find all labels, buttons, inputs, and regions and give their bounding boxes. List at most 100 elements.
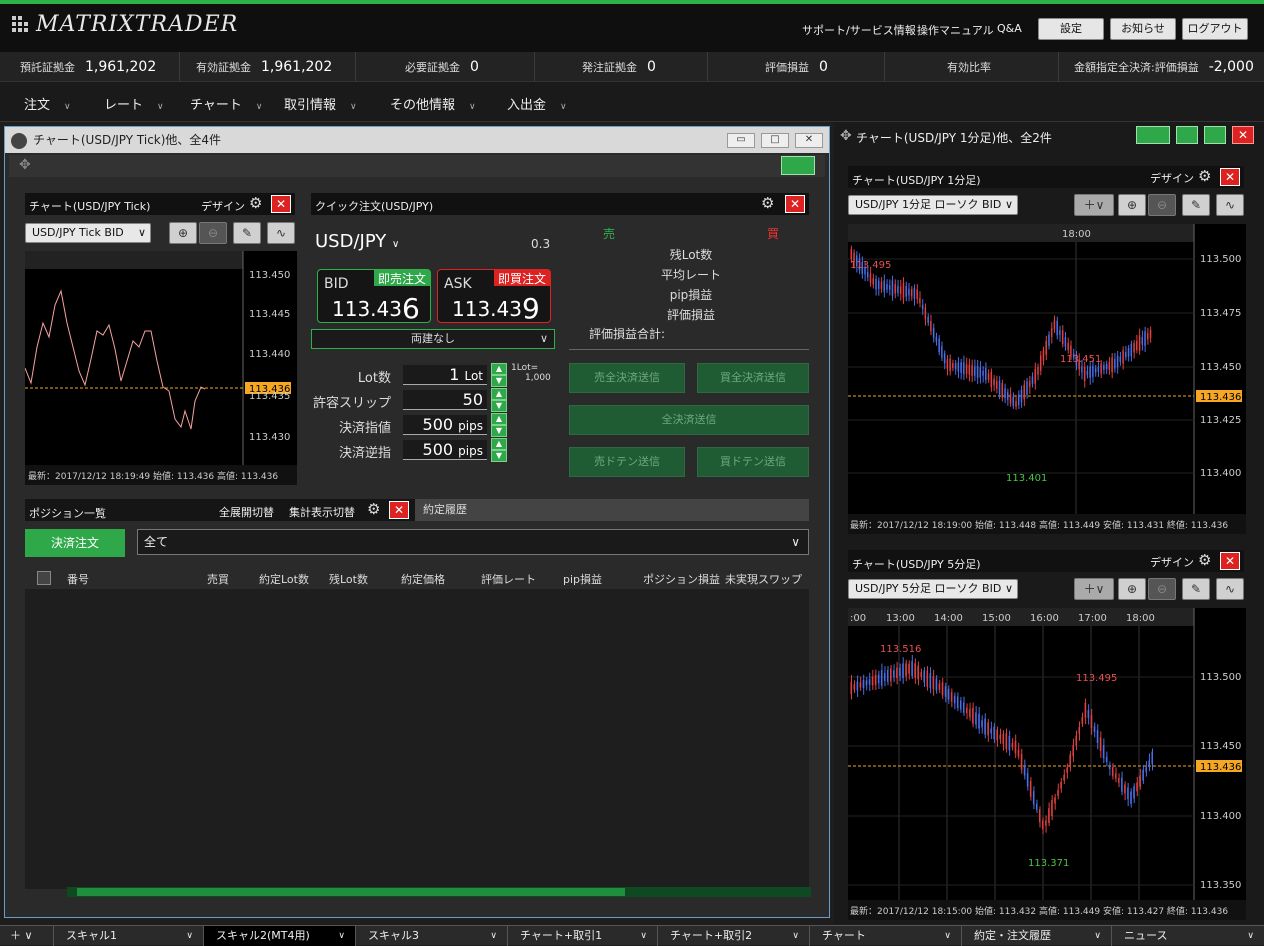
col-exec-price[interactable]: 約定価格 (401, 571, 445, 587)
horizontal-scrollbar[interactable] (67, 887, 811, 897)
menu-order[interactable]: 注文 ∨ (24, 94, 71, 113)
tab-news[interactable]: ニュース ∨ (1112, 926, 1264, 946)
close-icon[interactable]: ✕ (1220, 168, 1240, 186)
slip-down-icon[interactable]: ▼ (491, 400, 507, 412)
logout-button[interactable]: ログアウト (1182, 18, 1248, 40)
manual-link[interactable]: 操作マニュアル (917, 22, 994, 38)
col-number[interactable]: 番号 (67, 571, 89, 587)
pencil-icon[interactable]: ✎ (1182, 194, 1210, 216)
instant-buy-button[interactable]: 即買注文 (494, 270, 550, 286)
limit-down-icon[interactable]: ▼ (491, 425, 507, 437)
limit-up-icon[interactable]: ▲ (491, 413, 507, 425)
tab-chart-trade1[interactable]: チャート+取引1 ∨ (508, 926, 658, 946)
support-link[interactable]: サポート/サービス情報 (802, 22, 916, 38)
pencil-icon[interactable]: ✎ (1182, 578, 1210, 600)
maximize-icon[interactable] (1204, 126, 1226, 144)
crosshair-icon[interactable]: ＋∨ (1074, 578, 1114, 600)
tab-scalp2[interactable]: スキャル2(MT4用) ∨ (204, 926, 356, 946)
menu-deposit[interactable]: 入出金 ∨ (507, 94, 567, 113)
lot-input[interactable]: 1 Lot (403, 365, 487, 385)
expand-toggle[interactable]: 全展開切替 (219, 504, 274, 520)
ask-price-box[interactable]: ASK 即買注文 113.439 (437, 269, 551, 325)
move-handle-icon[interactable]: ✥ (840, 128, 852, 144)
notice-button[interactable]: お知らせ (1110, 18, 1176, 40)
buy-all-settle-button[interactable]: 買全決済送信 (697, 363, 809, 393)
close-icon[interactable]: ✕ (1220, 552, 1240, 570)
col-swap[interactable]: 未実現スワップ (725, 571, 802, 587)
menu-rate[interactable]: レート ∨ (104, 94, 164, 113)
layout-dropdown-icon[interactable] (1136, 126, 1170, 144)
minimize-icon[interactable] (1176, 126, 1198, 144)
layout-dropdown-icon[interactable] (781, 156, 815, 175)
indicator-icon[interactable]: ∿ (1216, 578, 1244, 600)
tab-scalp3[interactable]: スキャル3 ∨ (356, 926, 508, 946)
chart2-symbol-select[interactable]: USD/JPY 5分足 ローソク BID ∨ (848, 579, 1018, 599)
limit-input[interactable]: 500 pips (403, 415, 487, 435)
zoom-out-icon[interactable]: ⊖ (199, 222, 227, 244)
col-pip-pl[interactable]: pip損益 (563, 571, 602, 587)
tab-scalp1[interactable]: スキャル1 ∨ (54, 926, 204, 946)
stop-down-icon[interactable]: ▼ (491, 450, 507, 462)
stop-input[interactable]: 500 pips (403, 440, 487, 460)
crosshair-icon[interactable]: ＋∨ (1074, 194, 1114, 216)
menu-chart[interactable]: チャート ∨ (190, 94, 262, 113)
close-icon[interactable]: ✕ (1232, 126, 1254, 144)
chart1-symbol-select[interactable]: USD/JPY 1分足 ローソク BID ∨ (848, 195, 1018, 215)
tab-execution-history[interactable]: 約定履歴 (415, 499, 809, 521)
chart1-design-link[interactable]: デザイン (1150, 170, 1194, 186)
col-position-pl[interactable]: ポジション損益 (643, 571, 720, 587)
zoom-in-icon[interactable]: ⊕ (1118, 578, 1146, 600)
close-icon[interactable]: ✕ (389, 501, 409, 519)
move-handle-icon[interactable]: ✥ (19, 157, 31, 173)
zoom-in-icon[interactable]: ⊕ (1118, 194, 1146, 216)
all-settle-button[interactable]: 全決済送信 (569, 405, 809, 435)
settings-button[interactable]: 設定 (1038, 18, 1104, 40)
tick-symbol-select[interactable]: USD/JPY Tick BID ∨ (25, 223, 151, 243)
tab-chart-trade2[interactable]: チャート+取引2 ∨ (658, 926, 810, 946)
buy-doten-button[interactable]: 買ドテン送信 (697, 447, 809, 477)
qa-link[interactable]: Q&A (997, 22, 1022, 35)
menu-other-info[interactable]: その他情報 ∨ (390, 94, 476, 113)
gear-icon[interactable]: ⚙ (761, 194, 774, 212)
pencil-icon[interactable]: ✎ (233, 222, 261, 244)
slip-input[interactable]: 50 (403, 390, 487, 410)
indicator-icon[interactable]: ∿ (1216, 194, 1244, 216)
sell-doten-button[interactable]: 売ドテン送信 (569, 447, 685, 477)
select-all-checkbox[interactable] (37, 571, 51, 585)
close-icon[interactable]: ✕ (785, 195, 805, 213)
lot-up-icon[interactable]: ▲ (491, 363, 507, 375)
tick-design-link[interactable]: デザイン (201, 198, 245, 214)
gear-icon[interactable]: ⚙ (1198, 167, 1211, 185)
col-exec-lot[interactable]: 約定Lot数 (259, 571, 309, 587)
bid-price-box[interactable]: BID 即売注文 113.436 (317, 269, 431, 325)
zoom-out-icon[interactable]: ⊖ (1148, 578, 1176, 600)
indicator-icon[interactable]: ∿ (267, 222, 295, 244)
aggregate-toggle[interactable]: 集計表示切替 (289, 504, 355, 520)
gear-icon[interactable]: ⚙ (1198, 551, 1211, 569)
col-side[interactable]: 売買 (207, 571, 229, 587)
tab-history[interactable]: 約定・注文履歴 ∨ (962, 926, 1112, 946)
instant-sell-button[interactable]: 即売注文 (374, 270, 430, 286)
hedge-select[interactable]: 両建なし ∨ (311, 329, 555, 349)
sell-all-settle-button[interactable]: 売全決済送信 (569, 363, 685, 393)
menu-trade-info[interactable]: 取引情報 ∨ (284, 94, 357, 113)
close-icon[interactable]: ✕ (271, 195, 291, 213)
stop-up-icon[interactable]: ▲ (491, 438, 507, 450)
zoom-out-icon[interactable]: ⊖ (1148, 194, 1176, 216)
col-remain-lot[interactable]: 残Lot数 (329, 571, 368, 587)
settle-order-button[interactable]: 決済注文 (25, 529, 125, 557)
minimize-icon[interactable]: ▭ (727, 133, 755, 148)
scrollbar-thumb[interactable] (77, 888, 625, 896)
add-tab-icon[interactable]: ＋ ∨ (0, 926, 54, 946)
gear-icon[interactable]: ⚙ (367, 500, 380, 518)
close-icon[interactable]: ✕ (795, 133, 823, 148)
position-filter-select[interactable]: 全て ∨ (137, 529, 809, 555)
col-eval-rate[interactable]: 評価レート (481, 571, 536, 587)
maximize-icon[interactable]: □ (761, 133, 789, 148)
currency-pair-select[interactable]: USD/JPY ∨ (315, 231, 399, 252)
chart2-design-link[interactable]: デザイン (1150, 554, 1194, 570)
slip-up-icon[interactable]: ▲ (491, 388, 507, 400)
zoom-in-icon[interactable]: ⊕ (169, 222, 197, 244)
lot-down-icon[interactable]: ▼ (491, 375, 507, 387)
gear-icon[interactable]: ⚙ (249, 194, 262, 212)
